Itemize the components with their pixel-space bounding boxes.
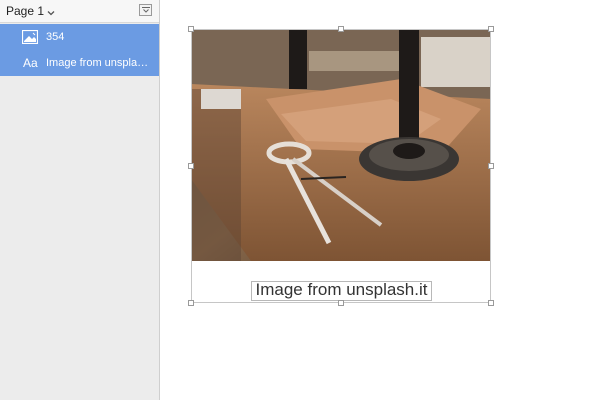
chevron-down-icon[interactable] [47, 4, 55, 16]
resize-handle-top-right[interactable] [488, 26, 494, 32]
layers-sidebar: Page 1 354 Aa Image from unsplash.it [0, 0, 160, 400]
layer-item-text[interactable]: Aa Image from unsplash.it [0, 50, 159, 76]
text-icon: Aa [23, 56, 38, 70]
resize-handle-middle-left[interactable] [188, 163, 194, 169]
resize-handle-middle-right[interactable] [488, 163, 494, 169]
page-title[interactable]: Page 1 [6, 4, 44, 18]
collapse-icon[interactable] [139, 4, 152, 16]
image-icon [21, 29, 39, 45]
resize-handle-top-center[interactable] [338, 26, 344, 32]
resize-handle-top-left[interactable] [188, 26, 194, 32]
resize-handle-bottom-right[interactable] [488, 300, 494, 306]
layer-item-image[interactable]: 354 [0, 24, 159, 50]
page-header[interactable]: Page 1 [0, 0, 159, 23]
layer-label: 354 [46, 31, 65, 43]
caption-text[interactable]: Image from unsplash.it [251, 280, 432, 300]
layer-label: Image from unsplash.it [46, 57, 150, 69]
resize-handle-bottom-center[interactable] [338, 300, 344, 306]
selection-frame[interactable] [191, 29, 491, 303]
resize-handle-bottom-left[interactable] [188, 300, 194, 306]
